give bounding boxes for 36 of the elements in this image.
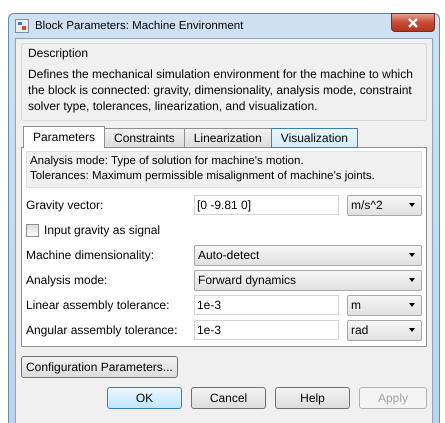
dropdown-caret-icon <box>409 278 415 282</box>
tab[interactable]: Linearization <box>184 128 272 148</box>
configuration-parameters-button[interactable]: Configuration Parameters... <box>21 356 178 378</box>
dropdown-caret-icon <box>409 203 415 207</box>
close-icon <box>407 18 419 28</box>
unit-dropdown[interactable]: m/s^2 <box>347 194 422 216</box>
parameter-label: Angular assembly tolerance: <box>26 323 178 337</box>
tab[interactable]: Constraints <box>104 128 185 148</box>
dropdown[interactable]: Forward dynamics <box>194 270 422 290</box>
tab[interactable]: Visualization <box>270 128 358 148</box>
dialog-button[interactable]: OK <box>107 387 182 409</box>
dropdown-caret-icon <box>409 303 415 307</box>
parameter-label: Linear assembly tolerance: <box>26 298 170 312</box>
parameter-label: Gravity vector: <box>26 198 104 212</box>
block-icon <box>15 19 29 33</box>
dropdown[interactable]: Auto-detect <box>194 244 422 266</box>
dropdown-caret-icon <box>409 253 415 257</box>
description-text: Defines the mechanical simulation environment for the machine to which the block is connected: gravity, dimensionality, analysis mode, constraint solver type, tolerances, linearization, and visualization. <box>28 66 414 114</box>
dropdown-caret-icon <box>409 328 415 332</box>
dialog-button[interactable]: Help <box>275 387 350 409</box>
input-field[interactable]: [0 -9.81 0] <box>194 195 339 215</box>
tab[interactable]: Parameters <box>23 126 106 148</box>
parameter-label: Machine dimensionality: <box>26 248 156 262</box>
dialog-button[interactable]: Cancel <box>191 387 266 409</box>
close-button[interactable] <box>391 13 435 32</box>
checkbox[interactable] <box>26 224 39 236</box>
checkbox-label: Input gravity as signal <box>44 223 160 237</box>
group-heading: Description <box>28 46 90 60</box>
input-field[interactable]: 1e-3 <box>194 320 339 340</box>
parameter-label: Analysis mode: <box>26 273 108 287</box>
help-text: Analysis mode: Type of solution for machine's motion. <box>30 154 305 169</box>
help-text: Tolerances: Maximum permissible misalignment of machine's joints. <box>30 169 376 184</box>
unit-dropdown[interactable]: rad <box>347 320 422 340</box>
input-field[interactable]: 1e-3 <box>194 295 339 315</box>
window-title: Block Parameters: Machine Environment <box>35 20 244 32</box>
unit-dropdown[interactable]: m <box>347 294 422 316</box>
